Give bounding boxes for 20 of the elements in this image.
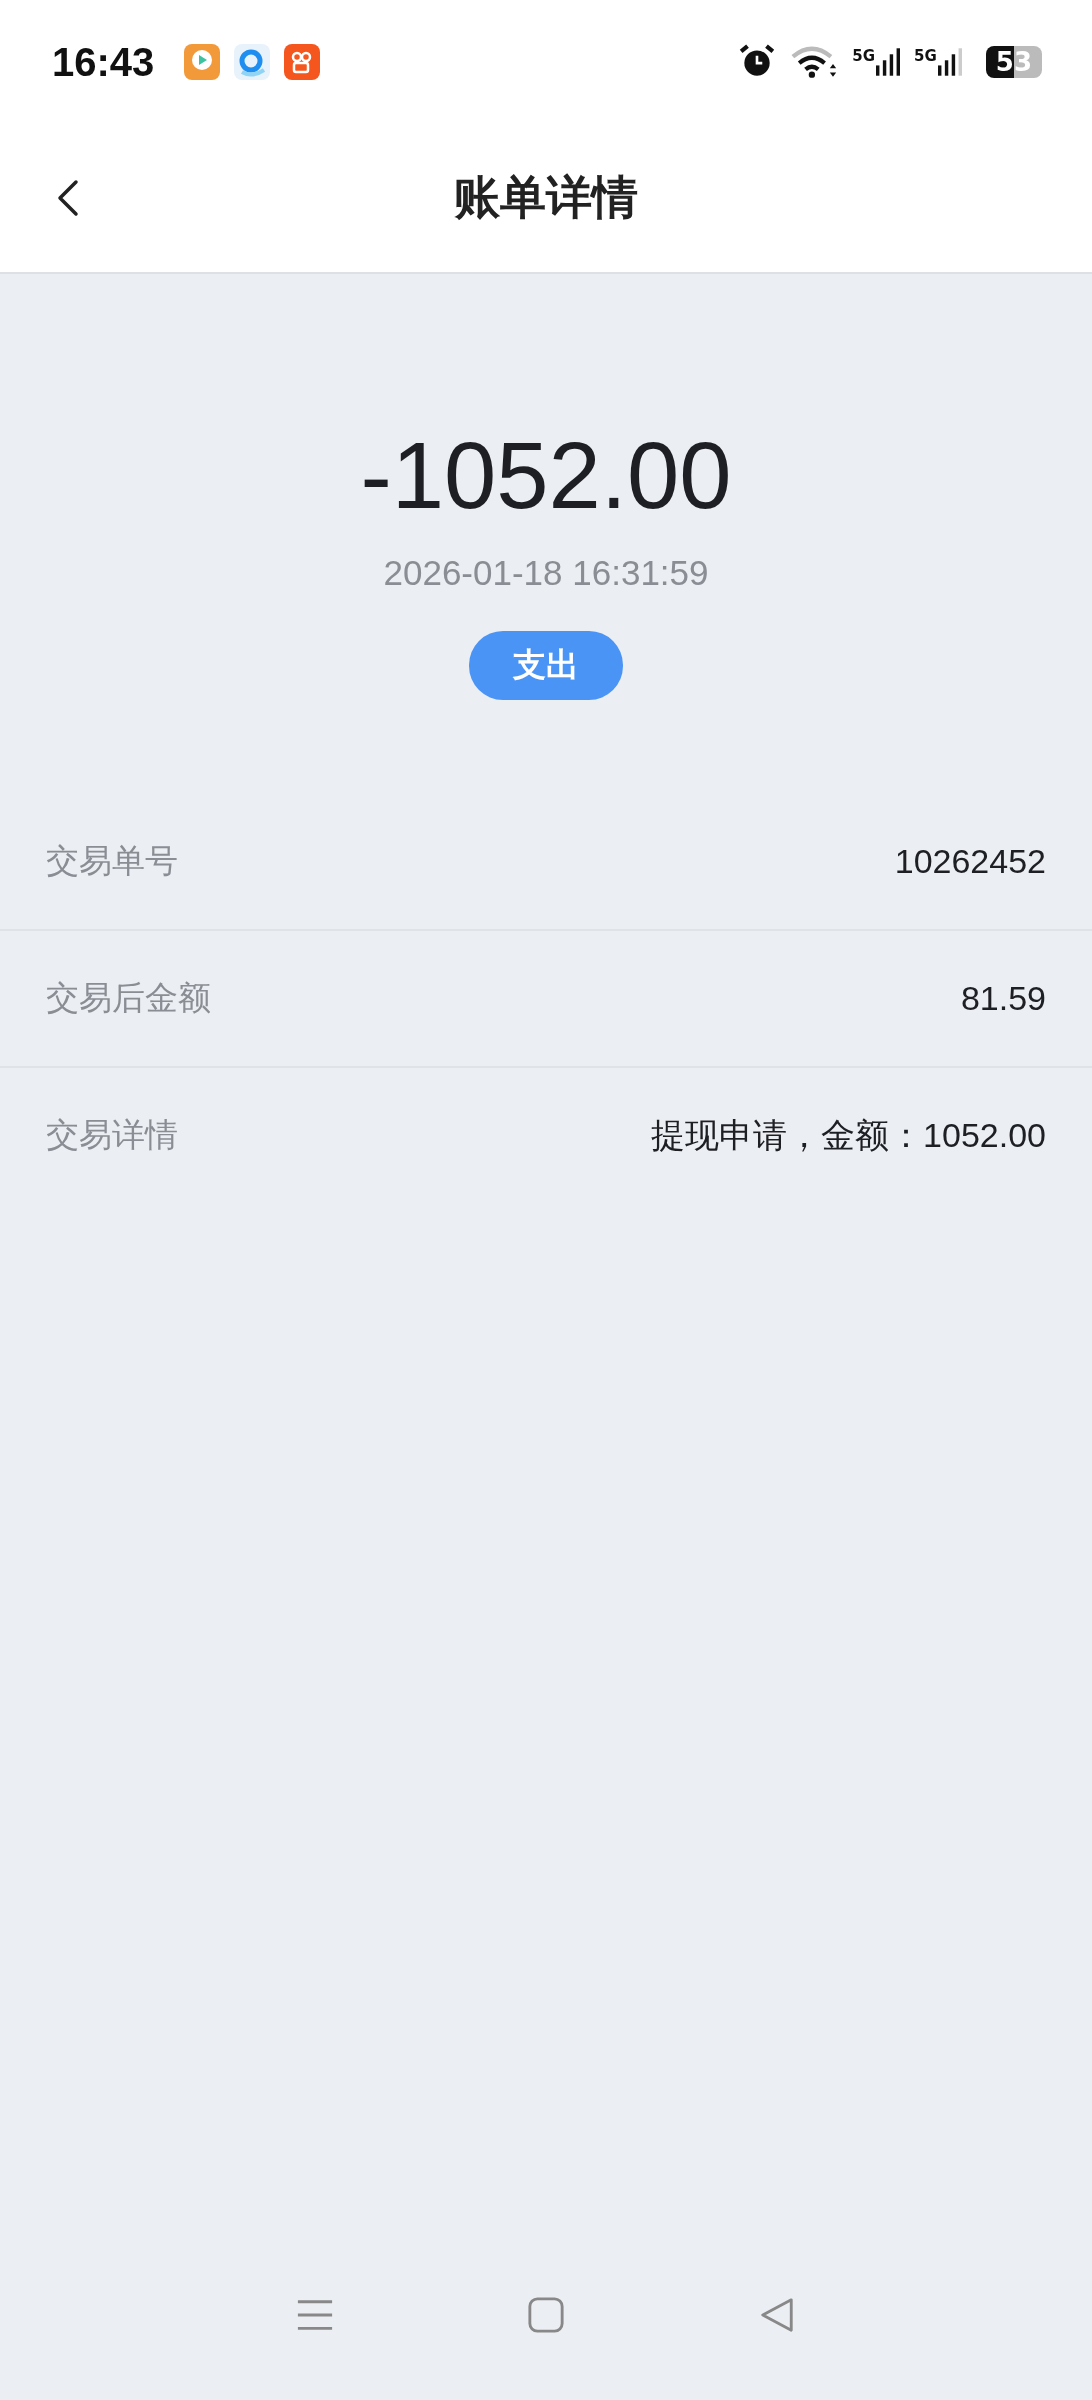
signal-icon <box>876 47 901 77</box>
detail-value: 10262452 <box>894 842 1046 881</box>
status-time: 16:43 <box>52 39 155 85</box>
detail-label: 交易后金额 <box>46 977 211 1019</box>
video-app-icon <box>184 44 221 80</box>
page-title: 账单详情 <box>454 169 638 226</box>
network-type: 5G <box>914 47 937 65</box>
detail-value: 81.59 <box>960 979 1046 1018</box>
browser-app-icon <box>234 44 271 80</box>
back-icon[interactable] <box>56 177 80 219</box>
amount: -1052.00 <box>360 424 732 528</box>
detail-value: 提现申请，金额：1052.00 <box>651 1114 1046 1156</box>
transaction-datetime: 2026-01-18 16:31:59 <box>383 553 709 594</box>
detail-label: 交易详情 <box>46 1114 178 1156</box>
detail-label: 交易单号 <box>46 840 178 882</box>
home-icon[interactable] <box>527 2296 565 2334</box>
type-badge: 支出 <box>469 631 623 701</box>
signal-icon <box>937 47 962 77</box>
video-camera-app-icon <box>284 44 321 80</box>
network-type: 5G <box>852 47 876 65</box>
